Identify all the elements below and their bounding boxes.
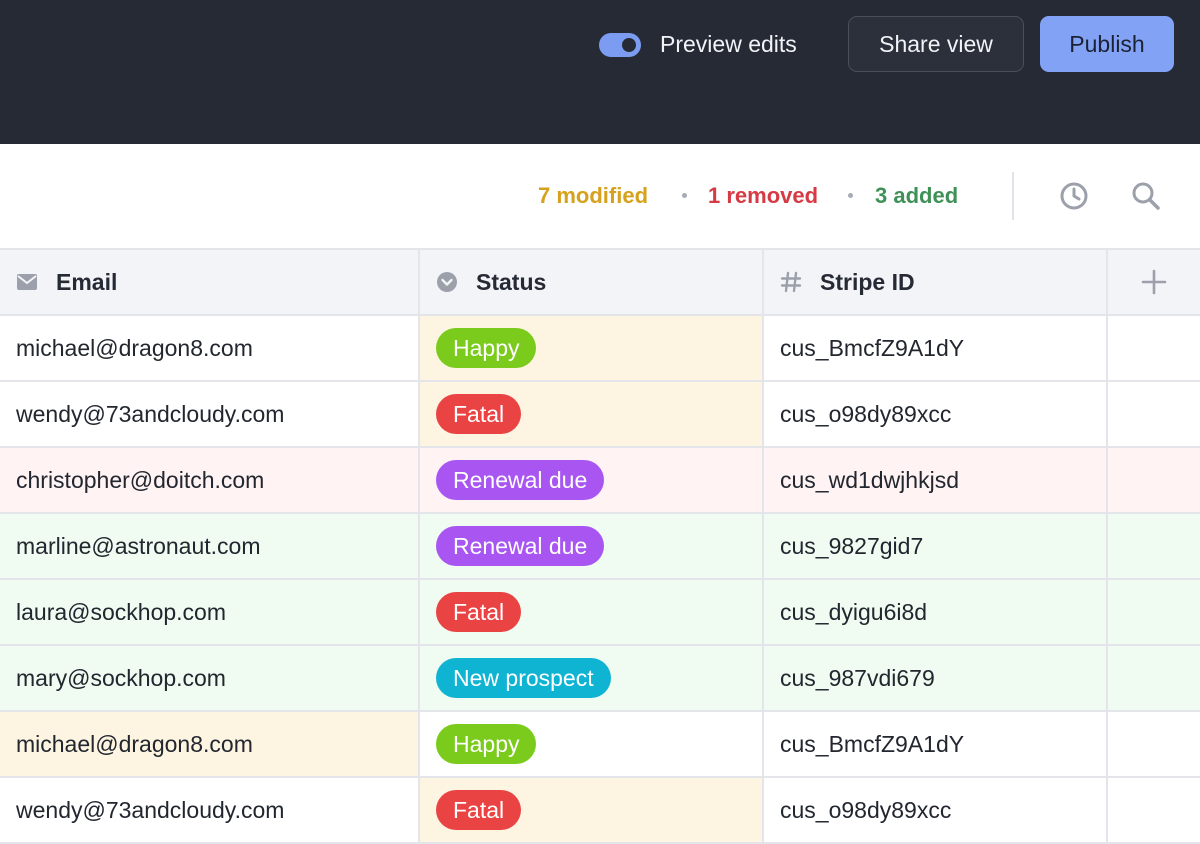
status-cell[interactable]: New prospect (420, 646, 764, 710)
stripe-id-cell[interactable]: cus_o98dy89xcc (764, 778, 1108, 842)
email-value: marline@astronaut.com (16, 532, 261, 559)
share-view-button[interactable]: Share view (848, 16, 1024, 72)
table-row[interactable]: wendy@73andcloudy.com Fatal cus_o98dy89x… (0, 382, 1200, 448)
empty-cell[interactable] (1108, 382, 1200, 446)
stripe-id-value: cus_987vdi679 (780, 664, 935, 691)
stripe-id-cell[interactable]: cus_BmcfZ9A1dY (764, 712, 1108, 776)
stripe-id-value: cus_dyigu6i8d (780, 598, 928, 625)
top-bar: Preview edits Share view Publish (0, 0, 1200, 144)
email-value: laura@sockhop.com (16, 598, 226, 625)
stripe-id-value: cus_o98dy89xcc (780, 796, 952, 823)
table-row[interactable]: wendy@73andcloudy.com Fatal cus_o98dy89x… (0, 778, 1200, 844)
email-cell[interactable]: laura@sockhop.com (0, 580, 420, 644)
data-table: Email Status Stripe ID michael@dragon8.c… (0, 248, 1200, 844)
email-value: michael@dragon8.com (16, 334, 253, 361)
status-badge[interactable]: Fatal (436, 790, 522, 830)
stripe-id-cell[interactable]: cus_BmcfZ9A1dY (764, 316, 1108, 380)
email-cell[interactable]: marline@astronaut.com (0, 514, 420, 578)
added-count[interactable]: 3 added (875, 182, 958, 210)
search-icon[interactable] (1130, 180, 1162, 212)
column-header-email[interactable]: Email (0, 250, 420, 314)
modified-count[interactable]: 7 modified (538, 182, 648, 210)
table-row[interactable]: mary@sockhop.com New prospect cus_987vdi… (0, 646, 1200, 712)
empty-cell[interactable] (1108, 646, 1200, 710)
status-cell[interactable]: Happy (420, 316, 764, 380)
chevron-circle-icon (436, 271, 458, 293)
stripe-id-value: cus_BmcfZ9A1dY (780, 334, 965, 361)
stripe-id-cell[interactable]: cus_987vdi679 (764, 646, 1108, 710)
table-row[interactable]: christopher@doitch.com Renewal due cus_w… (0, 448, 1200, 514)
stripe-id-cell[interactable]: cus_9827gid7 (764, 514, 1108, 578)
envelope-icon (16, 271, 38, 293)
table-row[interactable]: michael@dragon8.com Happy cus_BmcfZ9A1dY (0, 712, 1200, 778)
history-icon[interactable] (1058, 180, 1090, 212)
status-badge[interactable]: Renewal due (436, 460, 605, 500)
stripe-id-value: cus_BmcfZ9A1dY (780, 730, 965, 757)
column-header-label: Stripe ID (820, 268, 915, 295)
email-cell[interactable]: michael@dragon8.com (0, 712, 420, 776)
hash-icon (780, 271, 802, 293)
empty-cell[interactable] (1108, 778, 1200, 842)
table-row[interactable]: laura@sockhop.com Fatal cus_dyigu6i8d (0, 580, 1200, 646)
column-header-status[interactable]: Status (420, 250, 764, 314)
empty-cell[interactable] (1108, 712, 1200, 776)
add-column-button[interactable] (1108, 250, 1200, 314)
column-header-label: Email (56, 268, 118, 295)
table-row[interactable]: marline@astronaut.com Renewal due cus_98… (0, 514, 1200, 580)
preview-edits-label[interactable]: Preview edits (660, 31, 797, 57)
empty-cell[interactable] (1108, 316, 1200, 380)
email-cell[interactable]: mary@sockhop.com (0, 646, 420, 710)
email-value: christopher@doitch.com (16, 466, 265, 493)
toggle-knob (622, 38, 636, 52)
stripe-id-value: cus_wd1dwjhkjsd (780, 466, 959, 493)
status-cell[interactable]: Fatal (420, 778, 764, 842)
empty-cell[interactable] (1108, 580, 1200, 644)
separator-dot (848, 193, 853, 198)
email-cell[interactable]: christopher@doitch.com (0, 448, 420, 512)
removed-count[interactable]: 1 removed (708, 182, 818, 210)
column-header-stripe-id[interactable]: Stripe ID (764, 250, 1108, 314)
email-value: wendy@73andcloudy.com (16, 796, 285, 823)
stripe-id-value: cus_o98dy89xcc (780, 400, 952, 427)
email-cell[interactable]: wendy@73andcloudy.com (0, 778, 420, 842)
column-header-label: Status (476, 268, 547, 295)
status-badge[interactable]: Fatal (436, 394, 522, 434)
status-cell[interactable]: Fatal (420, 382, 764, 446)
stripe-id-cell[interactable]: cus_o98dy89xcc (764, 382, 1108, 446)
email-cell[interactable]: michael@dragon8.com (0, 316, 420, 380)
empty-cell[interactable] (1108, 514, 1200, 578)
status-badge[interactable]: Renewal due (436, 526, 605, 566)
status-cell[interactable]: Renewal due (420, 514, 764, 578)
table-body: michael@dragon8.com Happy cus_BmcfZ9A1dY… (0, 316, 1200, 844)
separator-dot (682, 193, 687, 198)
table-row[interactable]: michael@dragon8.com Happy cus_BmcfZ9A1dY (0, 316, 1200, 382)
empty-cell[interactable] (1108, 448, 1200, 512)
status-badge[interactable]: Happy (436, 724, 537, 764)
stripe-id-cell[interactable]: cus_wd1dwjhkjsd (764, 448, 1108, 512)
stripe-id-cell[interactable]: cus_dyigu6i8d (764, 580, 1108, 644)
status-cell[interactable]: Happy (420, 712, 764, 776)
plus-icon (1141, 269, 1167, 295)
status-cell[interactable]: Renewal due (420, 448, 764, 512)
status-badge[interactable]: Fatal (436, 592, 522, 632)
publish-button[interactable]: Publish (1040, 16, 1174, 72)
table-header-row: Email Status Stripe ID (0, 248, 1200, 316)
status-cell[interactable]: Fatal (420, 580, 764, 644)
preview-edits-toggle[interactable] (599, 33, 641, 57)
email-cell[interactable]: wendy@73andcloudy.com (0, 382, 420, 446)
email-value: michael@dragon8.com (16, 730, 253, 757)
stripe-id-value: cus_9827gid7 (780, 532, 924, 559)
email-value: mary@sockhop.com (16, 664, 226, 691)
status-badge[interactable]: Happy (436, 328, 537, 368)
status-badge[interactable]: New prospect (436, 658, 611, 698)
toolbar-divider (1012, 172, 1014, 220)
email-value: wendy@73andcloudy.com (16, 400, 285, 427)
